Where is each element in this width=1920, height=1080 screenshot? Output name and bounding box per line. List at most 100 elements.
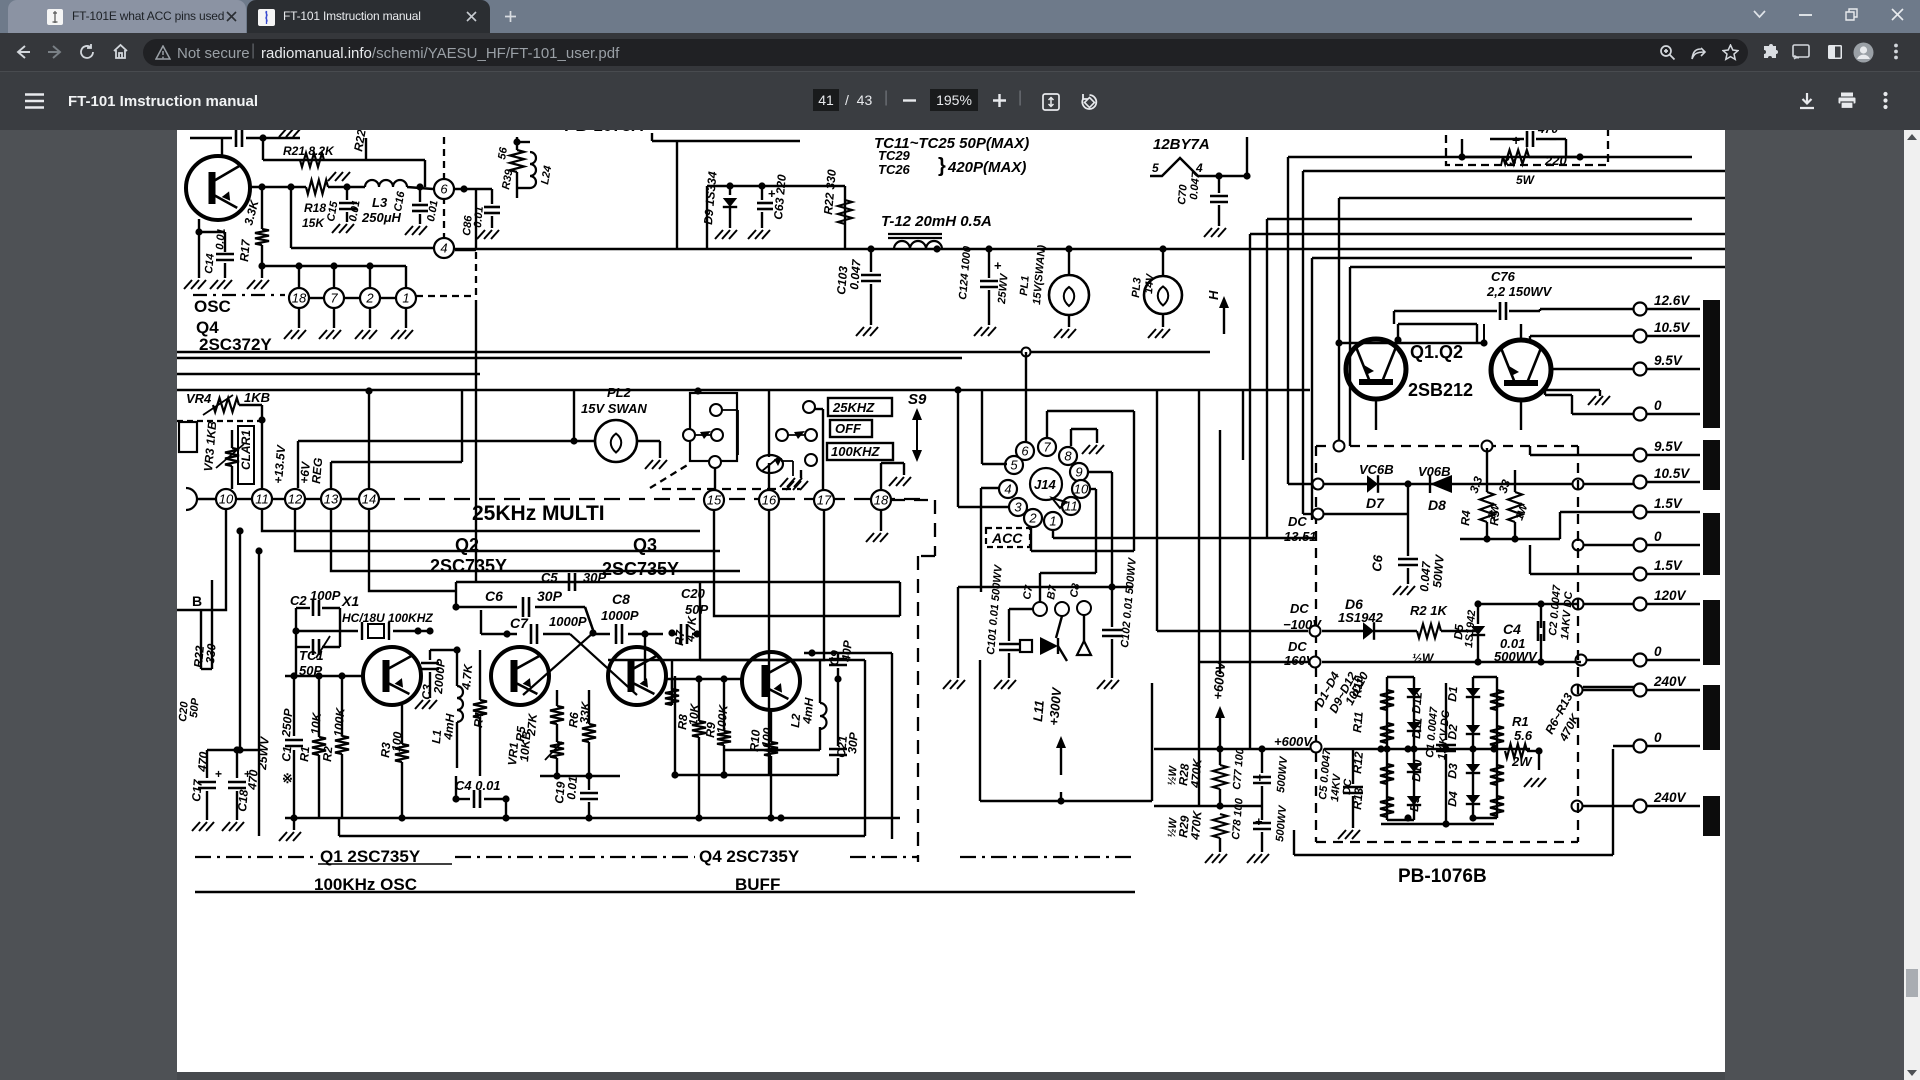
svg-text:+600V: +600V (1210, 660, 1228, 700)
svg-text:10.5V: 10.5V (1654, 320, 1690, 335)
svg-text:12.6V: 12.6V (1654, 293, 1690, 308)
svg-text:8: 8 (1064, 449, 1072, 464)
svg-text:6: 6 (440, 182, 448, 197)
svg-text:PL2: PL2 (607, 385, 632, 400)
svg-text:9.5V: 9.5V (1654, 439, 1683, 454)
svg-text:10: 10 (1074, 482, 1089, 497)
svg-text:X1: X1 (341, 593, 359, 609)
svg-text:C8: C8 (1068, 582, 1082, 599)
svg-text:DC: DC (1288, 514, 1307, 529)
svg-text:1000P: 1000P (601, 608, 639, 623)
svg-text:25WV: 25WV (996, 272, 1011, 306)
svg-text:CLAR1: CLAR1 (239, 430, 253, 470)
svg-text:D3: D3 (1445, 762, 1460, 779)
svg-text:C5: C5 (541, 570, 558, 585)
svg-text:0: 0 (1654, 730, 1662, 745)
svg-text:C78 100: C78 100 (1230, 797, 1246, 840)
svg-text:470K: 470K (1188, 809, 1205, 841)
svg-text:C4: C4 (1503, 621, 1521, 637)
svg-text:13: 13 (324, 492, 339, 507)
svg-text:HC/18U 100KHZ: HC/18U 100KHZ (342, 611, 433, 625)
svg-text:56: 56 (496, 146, 510, 161)
svg-text:2,2 150WV: 2,2 150WV (1486, 284, 1553, 299)
svg-text:+600V: +600V (1274, 734, 1313, 749)
svg-text:VR3 1KB: VR3 1KB (201, 420, 219, 472)
svg-text:10K: 10K (308, 711, 324, 735)
svg-text:2SC372Y: 2SC372Y (199, 335, 272, 354)
svg-text:9.5V: 9.5V (1654, 353, 1683, 368)
svg-text:1: 1 (402, 291, 409, 306)
svg-text:30P: 30P (537, 588, 563, 604)
svg-text:10KB: 10KB (517, 730, 534, 762)
svg-text:L11: L11 (1030, 700, 1047, 723)
svg-text:4.7K: 4.7K (459, 662, 475, 691)
svg-text:D12: D12 (1409, 691, 1425, 714)
svg-text:D2: D2 (1445, 723, 1460, 740)
svg-text:9: 9 (1075, 465, 1082, 480)
svg-text:18: 18 (292, 291, 307, 306)
svg-text:T-12 20mH 0.5A: T-12 20mH 0.5A (881, 213, 992, 230)
svg-text:C4 0.01: C4 0.01 (455, 778, 501, 793)
svg-text:5: 5 (1152, 161, 1159, 175)
svg-text:1S1942: 1S1942 (1338, 610, 1384, 625)
svg-text:100K: 100K (331, 706, 348, 737)
svg-text:H: H (1206, 290, 1221, 300)
svg-text:1KB: 1KB (244, 390, 270, 405)
svg-text:R18: R18 (304, 201, 326, 215)
svg-text:D9 1S334: D9 1S334 (701, 171, 720, 226)
svg-text:15: 15 (707, 493, 722, 508)
svg-text:12BY7A: 12BY7A (1153, 136, 1210, 153)
svg-text:C124 1000: C124 1000 (957, 245, 974, 301)
svg-text:R1: R1 (1512, 714, 1529, 729)
svg-text:D8: D8 (1428, 497, 1446, 513)
svg-text:1.5V: 1.5V (1654, 496, 1683, 511)
svg-text:100KHz OSC: 100KHz OSC (314, 875, 417, 894)
svg-text:500WV: 500WV (1274, 804, 1289, 843)
svg-text:30P: 30P (845, 731, 861, 754)
svg-text:13.51: 13.51 (1284, 529, 1317, 544)
svg-text:30P: 30P (583, 570, 606, 585)
svg-text:R11: R11 (1350, 711, 1366, 734)
svg-text:1: 1 (1049, 514, 1056, 529)
svg-text:2SC735Y: 2SC735Y (430, 556, 507, 576)
svg-text:120V: 120V (1654, 588, 1687, 603)
svg-text:15K: 15K (302, 216, 325, 230)
svg-text:R17: R17 (237, 238, 253, 262)
svg-text:1.5V: 1.5V (1654, 558, 1683, 573)
svg-text:6: 6 (1021, 444, 1029, 459)
svg-text:4: 4 (1004, 482, 1011, 497)
svg-text:3: 3 (1014, 500, 1022, 515)
svg-text:100KHZ: 100KHZ (831, 444, 880, 459)
svg-text:7: 7 (330, 291, 338, 306)
svg-text:0.047: 0.047 (1188, 171, 1202, 200)
svg-text:C2: C2 (290, 593, 307, 608)
svg-text:4.7K: 4.7K (683, 614, 699, 643)
svg-text:D1: D1 (1445, 685, 1460, 702)
svg-text:C7: C7 (510, 615, 529, 631)
svg-text:220: 220 (1544, 153, 1567, 168)
svg-text:420P(MAX): 420P(MAX) (947, 159, 1026, 176)
svg-text:C16: C16 (392, 190, 407, 213)
svg-text:J14: J14 (1034, 477, 1056, 492)
svg-text:50P: 50P (685, 602, 708, 617)
svg-text:+300V: +300V (1046, 686, 1064, 726)
svg-text:VR4: VR4 (186, 391, 212, 406)
svg-text:C77 100: C77 100 (1231, 747, 1247, 790)
svg-text:0.01: 0.01 (472, 206, 486, 228)
svg-text:50P: 50P (188, 697, 202, 718)
svg-text:240V: 240V (1653, 674, 1687, 689)
svg-text:C1: C1 (279, 745, 294, 762)
svg-text:14: 14 (362, 492, 376, 507)
svg-text:4: 4 (440, 241, 447, 256)
svg-text:C20: C20 (681, 586, 706, 601)
svg-text:R3: R3 (1500, 153, 1517, 168)
svg-text:+: + (768, 186, 776, 201)
svg-text:OFF: OFF (835, 421, 862, 436)
svg-text:10.5V: 10.5V (1654, 466, 1690, 481)
svg-text:5.6: 5.6 (1514, 728, 1533, 743)
svg-text:PB-1073A: PB-1073A (564, 130, 643, 135)
svg-text:1000P: 1000P (549, 614, 587, 629)
svg-text:0: 0 (1654, 398, 1662, 413)
svg-text:+: + (994, 258, 1002, 273)
svg-text:2SB212: 2SB212 (1408, 380, 1473, 400)
